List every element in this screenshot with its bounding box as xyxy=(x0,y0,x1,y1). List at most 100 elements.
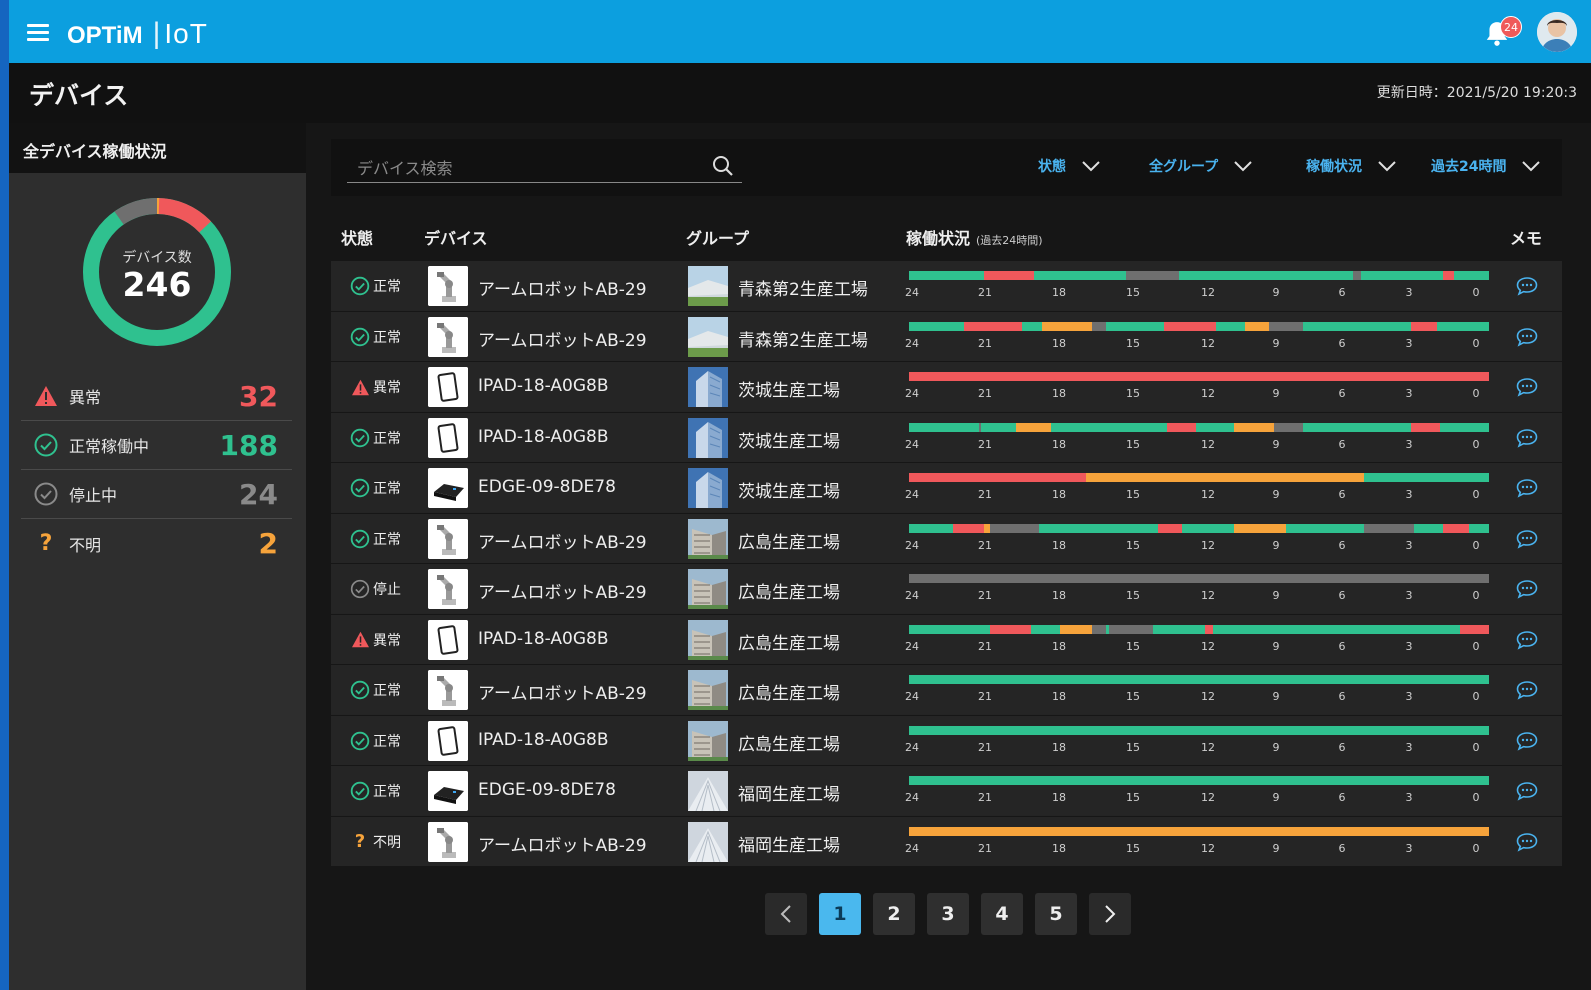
device-name[interactable]: EDGE-09-8DE78 xyxy=(478,477,616,497)
timeline-tick: 21 xyxy=(978,791,992,804)
device-thumbnail[interactable] xyxy=(428,569,468,609)
table-row[interactable]: ? 不明 アームロボットAB-29 福岡生産工場 24 21 18 15 12 9 6 3 0 xyxy=(331,815,1562,866)
table-row[interactable]: 停止 アームロボットAB-29 広島生産工場 24 21 18 15 12 9 6 3 0 xyxy=(331,563,1562,613)
logo[interactable]: OPTiM | IoT xyxy=(67,17,208,51)
notification-badge[interactable]: 24 xyxy=(1500,16,1522,38)
device-name[interactable]: IPAD-18-A0G8B xyxy=(478,629,609,649)
avatar[interactable] xyxy=(1537,12,1577,52)
device-thumbnail[interactable] xyxy=(428,670,468,710)
device-name[interactable]: アームロボットAB-29 xyxy=(478,578,647,603)
memo-icon[interactable] xyxy=(1516,731,1538,751)
timeline-tick: 6 xyxy=(1338,589,1346,602)
device-name[interactable]: EDGE-09-8DE78 xyxy=(478,780,616,800)
stat-error[interactable]: 異常 32 xyxy=(21,372,292,421)
status-cell: 正常 xyxy=(350,276,401,296)
column-header-group[interactable]: グループ xyxy=(686,225,749,249)
column-header-status[interactable]: 状態 xyxy=(341,225,373,249)
page-button-1[interactable]: 1 xyxy=(819,893,861,935)
status-filter-dropdown[interactable]: 状態 xyxy=(1038,156,1100,176)
memo-icon[interactable] xyxy=(1516,781,1538,801)
memo-icon[interactable] xyxy=(1516,377,1538,397)
memo-icon[interactable] xyxy=(1516,680,1538,700)
table-row[interactable]: 正常 アームロボットAB-29 青森第2生産工場 24 21 18 15 12 9 6 3 0 xyxy=(331,260,1562,310)
page-button-3[interactable]: 3 xyxy=(927,893,969,935)
memo-icon[interactable] xyxy=(1516,630,1538,650)
device-thumbnail[interactable] xyxy=(428,771,468,811)
table-row[interactable]: 正常 EDGE-09-8DE78 福岡生産工場 24 21 18 15 12 9 6 3 0 xyxy=(331,765,1562,815)
stat-running[interactable]: 正常稼働中 188 xyxy=(21,421,292,470)
search-icon[interactable] xyxy=(712,155,734,177)
memo-icon[interactable] xyxy=(1516,276,1538,296)
table-row[interactable]: 正常 EDGE-09-8DE78 茨城生産工場 24 21 18 15 12 9 6 3 0 xyxy=(331,462,1562,512)
device-name[interactable]: アームロボットAB-29 xyxy=(478,275,647,300)
group-name: 茨城生産工場 xyxy=(738,381,840,401)
table-row[interactable]: 正常 IPAD-18-A0G8B 広島生産工場 24 21 18 15 12 9 6 3 0 xyxy=(331,714,1562,765)
timeline-segment-ok xyxy=(1468,523,1489,533)
table-row[interactable]: 正常 アームロボットAB-29 広島生産工場 24 21 18 15 12 9 6 3 0 xyxy=(331,664,1562,714)
timeline-tick: 15 xyxy=(1126,639,1140,653)
memo-icon[interactable] xyxy=(1516,579,1538,599)
device-thumbnail[interactable] xyxy=(428,367,468,407)
status-cell: 正常 xyxy=(350,680,401,700)
timeline-segment-err xyxy=(1442,523,1469,533)
table-row[interactable]: 正常 アームロボットAB-29 青森第2生産工場 24 21 18 15 12 9 6 3 0 xyxy=(331,310,1562,361)
hamburger-menu-icon[interactable] xyxy=(27,24,49,41)
page-button-5[interactable]: 5 xyxy=(1035,893,1077,935)
table-row[interactable]: 正常 IPAD-18-A0G8B 茨城生産工場 24 21 18 15 12 9 6 3 0 xyxy=(331,411,1562,462)
device-name[interactable]: アームロボットAB-29 xyxy=(478,528,647,553)
timeline-tick: 21 xyxy=(978,740,992,754)
check-circle-icon xyxy=(350,529,370,549)
device-name[interactable]: アームロボットAB-29 xyxy=(478,831,647,856)
memo-icon[interactable] xyxy=(1516,529,1538,549)
timeline-tick: 21 xyxy=(978,387,992,400)
device-thumbnail[interactable] xyxy=(428,417,468,458)
device-name[interactable]: IPAD-18-A0G8B xyxy=(478,376,609,396)
group-filter-label: 全グループ xyxy=(1149,159,1219,175)
column-header-operation[interactable]: 稼働状況 (過去24時間) xyxy=(906,225,1043,249)
check-circle-icon xyxy=(350,478,370,498)
table-row[interactable]: 正常 アームロボットAB-29 広島生産工場 24 21 18 15 12 9 6 3 0 xyxy=(331,512,1562,563)
device-thumbnail[interactable] xyxy=(428,266,468,306)
stat-error-label: 異常 xyxy=(69,388,102,407)
memo-icon[interactable] xyxy=(1516,428,1538,448)
timeline-tick: 3 xyxy=(1405,690,1413,703)
timeline-segment-ok xyxy=(1033,271,1127,280)
timeline-tick: 24 xyxy=(905,841,919,855)
column-header-device[interactable]: デバイス xyxy=(424,225,488,249)
memo-icon[interactable] xyxy=(1516,478,1538,498)
device-name[interactable]: IPAD-18-A0G8B xyxy=(478,730,609,750)
device-thumbnail[interactable] xyxy=(428,518,468,559)
device-name[interactable]: アームロボットAB-29 xyxy=(478,679,647,704)
device-thumbnail[interactable] xyxy=(428,821,468,862)
stat-stopped[interactable]: 停止中 24 xyxy=(21,470,292,519)
device-thumbnail[interactable] xyxy=(428,468,468,508)
device-name[interactable]: アームロボットAB-29 xyxy=(478,326,647,351)
device-thumbnail[interactable] xyxy=(428,316,468,357)
memo-icon[interactable] xyxy=(1516,327,1538,347)
table-row[interactable]: 異常 IPAD-18-A0G8B 茨城生産工場 24 21 18 15 12 9 6 3 0 xyxy=(331,361,1562,411)
timeline-tick: 18 xyxy=(1052,488,1066,501)
next-page-button[interactable] xyxy=(1089,893,1131,935)
search-input[interactable]: デバイス検索 xyxy=(347,149,742,183)
page-button-2[interactable]: 2 xyxy=(873,893,915,935)
stat-unknown[interactable]: ? 不明 2 xyxy=(21,519,292,568)
operation-filter-dropdown[interactable]: 稼働状況 xyxy=(1306,156,1396,176)
status-label: 正常 xyxy=(373,430,401,447)
device-thumbnail[interactable] xyxy=(428,619,468,660)
group-thumbnail xyxy=(688,821,728,862)
memo-icon[interactable] xyxy=(1516,832,1538,852)
timeline-tick: 21 xyxy=(978,538,992,552)
timeline-segment-ok xyxy=(909,776,1489,785)
timeline-tick: 21 xyxy=(978,286,992,299)
timeline-tick: 24 xyxy=(905,791,919,804)
prev-page-button[interactable] xyxy=(765,893,807,935)
page-button-4[interactable]: 4 xyxy=(981,893,1023,935)
group-filter-dropdown[interactable]: 全グループ xyxy=(1149,156,1252,176)
device-thumbnail[interactable] xyxy=(428,720,468,761)
status-label: 正常 xyxy=(373,329,401,346)
filter-bar: デバイス検索 状態 全グループ 稼働状況 過去24時間 xyxy=(331,139,1562,196)
device-name[interactable]: IPAD-18-A0G8B xyxy=(478,427,609,447)
group-thumbnail xyxy=(688,670,728,710)
table-row[interactable]: 異常 IPAD-18-A0G8B 広島生産工場 24 21 18 15 12 9 6 3 0 xyxy=(331,613,1562,664)
period-filter-dropdown[interactable]: 過去24時間 xyxy=(1431,156,1541,176)
